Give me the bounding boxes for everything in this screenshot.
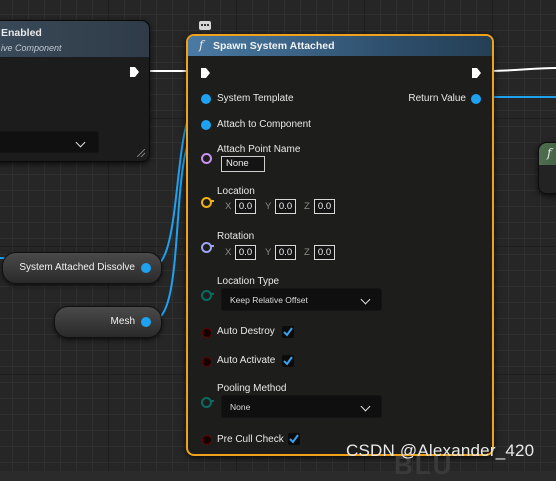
rotation-z-axis-label: Z [304,247,310,258]
pooling-method-label: Pooling Method [217,383,287,394]
pooling-method-dropdown[interactable]: None [221,395,382,418]
system-attached-dissolve-variable[interactable]: System Attached Dissolve [2,252,162,284]
mesh-label: Mesh [110,316,135,327]
chevron-down-icon [75,137,86,148]
location-x-axis-label: X [225,201,232,212]
rotation-label: Rotation [217,231,255,242]
system-template-label: System Template [217,93,294,104]
attach-point-name-input[interactable]: None [221,156,265,172]
left-node-subtitle: ive Component [1,43,62,53]
pre-cull-check-checkbox[interactable] [288,433,300,445]
node-title: Spawn System Attached [213,40,335,52]
attach-to-component-label: Attach to Component [217,119,311,130]
attach-point-name-label: Attach Point Name [217,144,301,155]
checkmark-icon [289,434,299,444]
checkmark-icon [283,356,293,366]
pooling-method-pin-tail [210,400,214,402]
rotation-x-axis-label: X [225,247,232,258]
system-attached-dissolve-pin[interactable] [141,263,151,273]
pre-cull-check-pin[interactable] [202,435,212,445]
pooling-method-value: None [230,402,251,412]
attach-point-name-pin[interactable] [201,153,212,164]
function-icon: f [547,146,552,160]
chevron-down-icon [360,294,371,305]
location-pin[interactable] [201,197,212,208]
rotation-x-input[interactable]: 0.0 [235,245,256,260]
auto-activate-pin[interactable] [202,357,212,367]
location-x-input[interactable]: 0.0 [235,199,256,214]
left-node[interactable]: Enabled ive Component [0,20,150,162]
auto-activate-label: Auto Activate [217,355,276,366]
auto-destroy-pin[interactable] [202,328,212,338]
csdn-watermark: CSDN @Alexander_420 [346,441,535,460]
left-node-dropdown[interactable] [0,131,99,153]
location-type-label: Location Type [217,276,280,287]
location-z-axis-label: Z [304,201,310,212]
rotation-y-input[interactable]: 0.0 [275,245,296,260]
pooling-method-pin[interactable] [201,397,212,408]
mesh-pin[interactable] [141,317,151,327]
location-y-input[interactable]: 0.0 [275,199,296,214]
auto-destroy-label: Auto Destroy [217,326,275,337]
rotation-y-axis-label: Y [265,247,272,258]
rotation-z-input[interactable]: 0.0 [314,245,335,260]
pre-cull-check-label: Pre Cull Check [217,434,284,445]
location-type-dropdown[interactable]: Keep Relative Offset [221,288,382,311]
location-type-pin[interactable] [201,290,212,301]
return-value-label: Return Value [408,93,466,104]
location-type-pin-tail [210,293,214,295]
auto-activate-checkbox[interactable] [282,355,294,367]
auto-destroy-checkbox[interactable] [282,326,294,338]
chevron-down-icon [360,401,371,412]
rotation-pin[interactable] [201,242,212,253]
return-value-pin[interactable] [471,94,481,104]
right-node[interactable]: f [538,142,556,194]
system-template-pin[interactable] [201,94,211,104]
function-icon: f [199,38,204,52]
location-y-axis-label: Y [265,201,272,212]
location-z-input[interactable]: 0.0 [314,199,335,214]
checkmark-icon [283,327,293,337]
comment-bubble-icon[interactable] [199,21,211,30]
mesh-variable[interactable]: Mesh [54,306,162,338]
rotation-pin-tail [210,245,214,247]
resize-grip-icon[interactable] [137,149,145,157]
attach-to-component-pin[interactable] [201,120,211,130]
location-pin-tail [210,200,214,202]
location-label: Location [217,186,255,197]
left-node-title: Enabled [1,27,42,39]
location-type-value: Keep Relative Offset [230,295,308,305]
spawn-system-attached-node[interactable]: f Spawn System Attached System Template … [186,34,494,456]
system-attached-dissolve-label: System Attached Dissolve [19,262,135,273]
